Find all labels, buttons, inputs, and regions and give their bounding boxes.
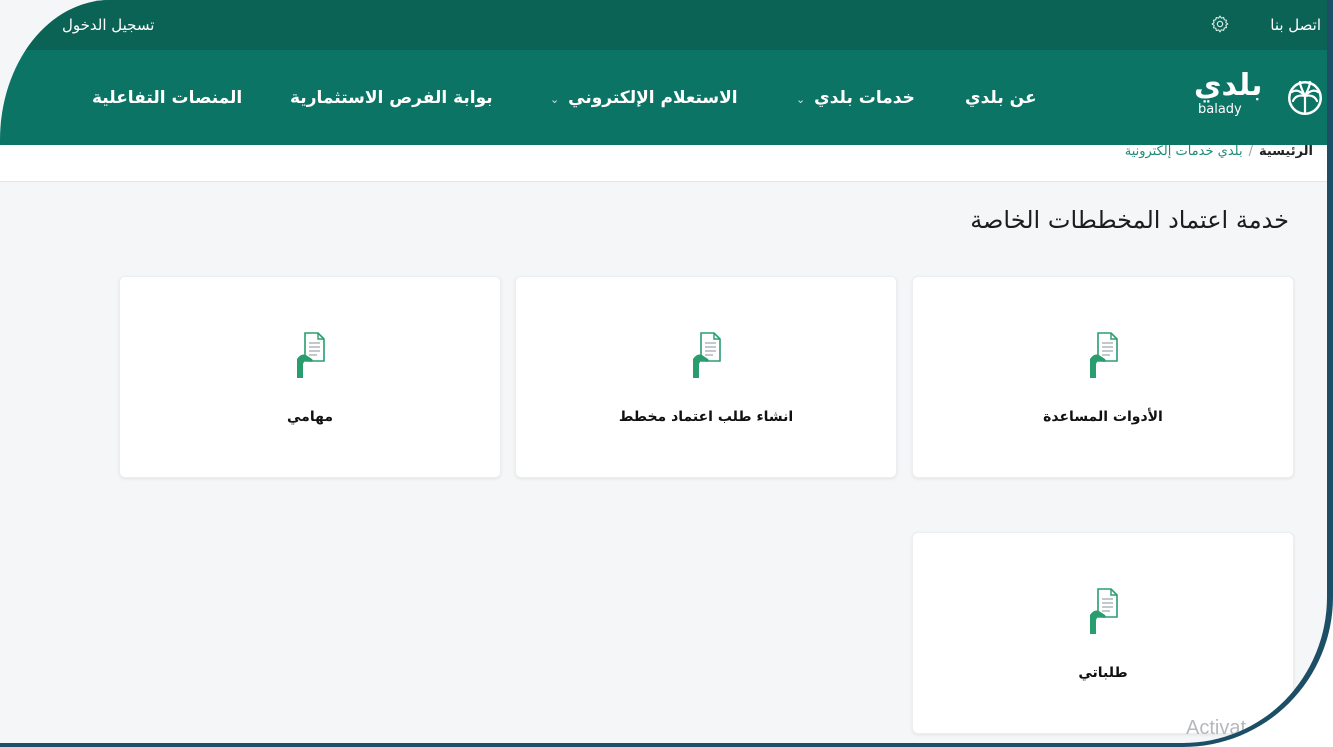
breadcrumb: الرئيسية / بلدي خدمات إلكترونية [0, 144, 1327, 182]
card-create-request-label: انشاء طلب اعتماد مخطط [618, 409, 794, 425]
balady-logo[interactable]: بلدي balady [1192, 68, 1322, 126]
contact-link[interactable]: اتصل بنا [1270, 16, 1321, 34]
card-my-tasks-label: مهامي [287, 409, 333, 425]
nav-item-about-label: عن بلدي [965, 88, 1037, 108]
card-helper-tools[interactable]: الأدوات المساعدة [912, 276, 1294, 478]
nav-item-services[interactable]: خدمات بلدي ⌄ [796, 88, 915, 108]
document-hand-icon [1090, 332, 1118, 378]
breadcrumb-trail: الرئيسية / بلدي خدمات إلكترونية [1125, 144, 1313, 159]
nav-item-platforms-label: المنصات التفاعلية [92, 88, 243, 108]
document-hand-icon [297, 332, 325, 378]
nav-item-investment-label: بوابة الفرص الاستثمارية [290, 88, 493, 108]
breadcrumb-home[interactable]: الرئيسية [1259, 144, 1313, 159]
card-my-requests[interactable]: طلباتي [912, 532, 1294, 734]
login-link[interactable]: تسجيل الدخول [62, 16, 154, 34]
breadcrumb-current[interactable]: بلدي خدمات إلكترونية [1125, 144, 1243, 159]
card-helper-tools-label: الأدوات المساعدة [1043, 409, 1163, 425]
logo-latin: balady [1198, 102, 1242, 117]
card-create-request[interactable]: انشاء طلب اعتماد مخطط [515, 276, 897, 478]
browser-frame: تسجيل الدخول اتصل بنا بلدي balady عن بلد… [0, 0, 1333, 747]
gear-icon[interactable] [1210, 14, 1230, 34]
nav-item-investment[interactable]: بوابة الفرص الاستثمارية [290, 88, 493, 108]
breadcrumb-separator: / [1248, 144, 1253, 159]
nav-item-platforms[interactable]: المنصات التفاعلية [92, 88, 242, 108]
nav-item-inquiry[interactable]: الاستعلام الإلكتروني ⌄ [550, 88, 738, 108]
site-header: تسجيل الدخول اتصل بنا بلدي balady عن بلد… [0, 0, 1327, 145]
nav-item-services-label: خدمات بلدي [814, 88, 915, 108]
nav-item-about[interactable]: عن بلدي [965, 88, 1037, 108]
logo-arabic: بلدي [1194, 68, 1263, 103]
nav-item-inquiry-label: الاستعلام الإلكتروني [568, 88, 738, 108]
activation-watermark: Activat [1186, 717, 1247, 739]
chevron-down-icon: ⌄ [796, 93, 806, 106]
page-title: خدمة اعتماد المخططات الخاصة [970, 206, 1289, 234]
document-hand-icon [693, 332, 721, 378]
document-hand-icon [1090, 588, 1118, 634]
card-my-requests-label: طلباتي [1078, 665, 1128, 681]
card-my-tasks[interactable]: مهامي [119, 276, 501, 478]
top-utility-bar [0, 0, 1327, 50]
chevron-down-icon: ⌄ [550, 93, 560, 106]
